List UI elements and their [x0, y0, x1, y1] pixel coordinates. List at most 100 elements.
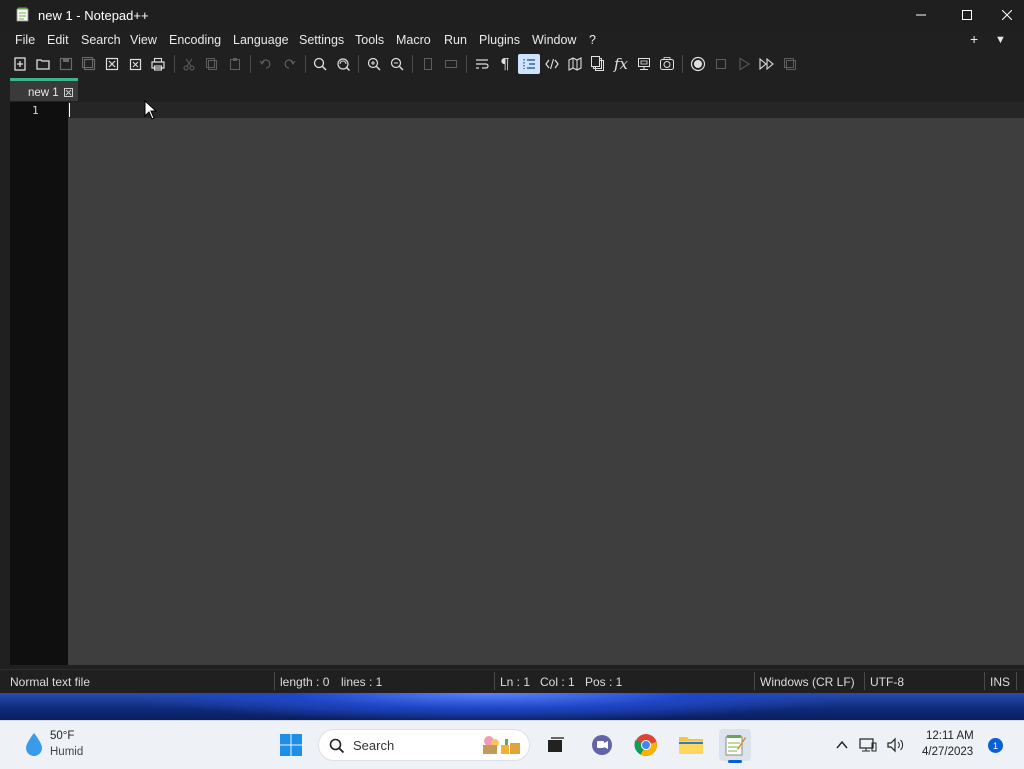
record-macro-icon[interactable] [688, 54, 708, 74]
menu-edit[interactable]: Edit [47, 33, 69, 47]
open-file-icon[interactable] [33, 54, 53, 74]
document-map-icon[interactable] [565, 54, 585, 74]
menu-settings[interactable]: Settings [299, 33, 344, 47]
menu-run[interactable]: Run [444, 33, 467, 47]
weather-drop-icon [26, 733, 42, 756]
notepadpp-icon [725, 735, 746, 756]
status-encoding[interactable]: UTF-8 [870, 675, 904, 689]
toolbar-separator [174, 55, 175, 73]
window-title: new 1 - Notepad++ [38, 8, 149, 23]
print-icon[interactable] [148, 54, 168, 74]
network-button[interactable] [858, 729, 878, 761]
status-length: length : 0 [280, 675, 330, 689]
redo-icon[interactable] [279, 54, 299, 74]
windows-start-icon [280, 734, 302, 756]
task-view-button[interactable] [540, 729, 572, 761]
close-all-icon[interactable] [125, 54, 145, 74]
start-button[interactable] [275, 729, 307, 761]
toolbar-separator [358, 55, 359, 73]
menu-tools[interactable]: Tools [355, 33, 384, 47]
volume-button[interactable] [884, 729, 908, 761]
status-ln: Ln : 1 [500, 675, 531, 689]
folder-icon [679, 737, 703, 754]
minimize-button[interactable] [898, 0, 944, 30]
status-filetype: Normal text file [10, 675, 91, 689]
tab-list-dropdown-icon[interactable]: ▼ [995, 34, 1006, 46]
status-separator [1016, 672, 1017, 690]
show-hidden-icons-button[interactable] [826, 729, 858, 761]
teams-chat-button[interactable] [586, 729, 618, 761]
user-defined-language-icon[interactable] [542, 54, 562, 74]
clock-time[interactable]: 12:11 AM [926, 730, 974, 742]
save-macro-icon[interactable] [780, 54, 800, 74]
paste-icon[interactable] [225, 54, 245, 74]
chrome-icon [634, 734, 657, 756]
text-caret [69, 103, 70, 117]
status-col: Col : 1 [540, 675, 575, 689]
indent-guide-icon[interactable] [518, 54, 540, 74]
menu-help[interactable]: ? [589, 33, 596, 47]
active-app-indicator [728, 760, 742, 763]
status-separator [864, 672, 865, 690]
maximize-button[interactable] [944, 0, 990, 30]
notification-badge[interactable]: 1 [988, 738, 1003, 753]
stop-recording-icon[interactable] [711, 54, 731, 74]
replace-icon[interactable] [333, 54, 353, 74]
word-wrap-icon[interactable] [472, 54, 492, 74]
zoom-in-icon[interactable] [364, 54, 384, 74]
menu-window[interactable]: Window [532, 33, 576, 47]
maximize-icon [962, 10, 972, 20]
close-file-icon[interactable] [102, 54, 122, 74]
new-file-icon[interactable] [10, 54, 30, 74]
save-icon[interactable] [56, 54, 76, 74]
status-eol[interactable]: Windows (CR LF) [760, 675, 855, 689]
notepadpp-taskbar-button[interactable] [719, 729, 751, 763]
taskbar: 50°F Humid Search 12:11 AM 4/27/2023 1 [0, 720, 1024, 769]
save-all-icon[interactable] [79, 54, 99, 74]
run-macro-multiple-icon[interactable] [757, 54, 777, 74]
sync-vertical-icon[interactable] [418, 54, 438, 74]
menu-bar: File Edit Search View Encoding Language … [0, 30, 1024, 52]
document-list-icon[interactable] [588, 54, 608, 74]
menu-view[interactable]: View [130, 33, 157, 47]
copy-icon[interactable] [202, 54, 222, 74]
search-icon [329, 738, 345, 754]
show-all-characters-icon[interactable]: ¶ [495, 54, 515, 74]
file-explorer-button[interactable] [675, 729, 707, 761]
monitoring-icon[interactable] [657, 54, 677, 74]
status-separator [754, 672, 755, 690]
notepadpp-app-icon [16, 7, 29, 22]
tab-new-1[interactable]: new 1 [10, 78, 78, 101]
tab-label: new 1 [28, 87, 59, 99]
menu-file[interactable]: File [15, 33, 35, 47]
weather-widget[interactable]: 50°F Humid [10, 721, 100, 769]
desktop-wallpaper [0, 692, 1024, 720]
function-list-icon[interactable]: fx [611, 54, 631, 74]
clock-date[interactable]: 4/27/2023 [922, 746, 973, 758]
taskbar-search-box[interactable]: Search [318, 729, 530, 761]
menu-search[interactable]: Search [81, 33, 121, 47]
chrome-button[interactable] [630, 729, 662, 761]
menu-plugins[interactable]: Plugins [479, 33, 520, 47]
title-bar[interactable]: new 1 - Notepad++ [0, 0, 1024, 30]
folder-as-workspace-icon[interactable] [634, 54, 654, 74]
sync-horizontal-icon[interactable] [441, 54, 461, 74]
close-window-button[interactable] [990, 0, 1024, 30]
menu-macro[interactable]: Macro [396, 33, 431, 47]
playback-macro-icon[interactable] [734, 54, 754, 74]
menu-language[interactable]: Language [233, 33, 289, 47]
minimize-icon [916, 14, 926, 16]
menu-encoding[interactable]: Encoding [169, 33, 221, 47]
tab-close-icon[interactable] [64, 88, 73, 97]
cut-icon[interactable] [179, 54, 199, 74]
new-tab-plus-icon[interactable]: + [970, 31, 978, 47]
undo-icon[interactable] [256, 54, 276, 74]
zoom-out-icon[interactable] [387, 54, 407, 74]
status-pos: Pos : 1 [585, 675, 623, 689]
toolbar-separator [466, 55, 467, 73]
find-icon[interactable] [310, 54, 330, 74]
weather-condition: Humid [50, 746, 84, 758]
editor-area[interactable]: 1 [10, 102, 1024, 665]
chevron-up-icon [836, 740, 848, 749]
weather-temperature: 50°F [50, 730, 75, 742]
